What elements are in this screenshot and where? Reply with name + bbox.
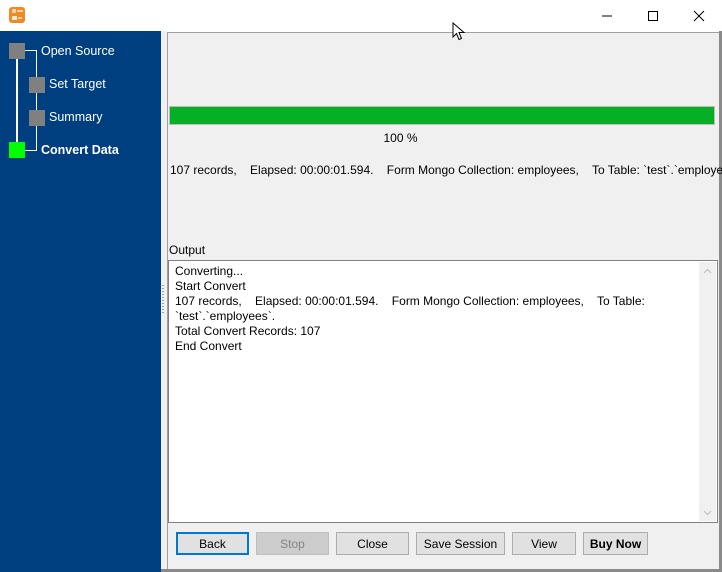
step-convert-data[interactable]: Convert Data — [41, 143, 119, 157]
step-open-source-indicator — [9, 43, 25, 59]
step-set-target-indicator — [29, 77, 45, 93]
chevron-up-icon — [703, 268, 712, 273]
close-button[interactable]: Close — [336, 532, 409, 555]
step-open-source[interactable]: Open Source — [41, 44, 115, 58]
step-summary[interactable]: Summary — [49, 110, 102, 124]
close-icon — [693, 10, 705, 21]
vertical-scrollbar[interactable] — [699, 262, 716, 521]
scroll-up-button[interactable] — [699, 262, 716, 279]
buy-now-button[interactable]: Buy Now — [583, 532, 648, 555]
step-summary-indicator — [29, 110, 45, 126]
scroll-down-button[interactable] — [699, 504, 716, 521]
minimize-button[interactable] — [584, 0, 630, 31]
minimize-icon — [602, 15, 612, 16]
status-line: 107 records, Elapsed: 00:00:01.594. Form… — [170, 163, 722, 177]
save-session-button[interactable]: Save Session — [416, 532, 505, 555]
output-label: Output — [169, 243, 206, 257]
step-convert-data-indicator — [9, 142, 25, 158]
tree-line — [25, 150, 37, 151]
view-button[interactable]: View — [512, 532, 576, 555]
mouse-cursor-icon — [452, 22, 466, 41]
maximize-button[interactable] — [630, 0, 676, 31]
maximize-icon — [648, 10, 658, 21]
splitter-grip[interactable] — [162, 285, 164, 315]
step-set-target[interactable]: Set Target — [49, 77, 106, 91]
wizard-steps-sidebar: Open Source Set Target Summary Convert D… — [0, 31, 161, 572]
tree-line — [16, 50, 18, 150]
output-textarea[interactable]: Converting... Start Convert 107 records,… — [168, 260, 718, 523]
close-window-button[interactable] — [676, 0, 722, 31]
progress-percent-label: 100 % — [383, 131, 418, 145]
app-logo-icon — [9, 7, 25, 23]
progress-fill — [170, 107, 714, 124]
tree-line — [36, 50, 37, 150]
progress-bar — [169, 106, 715, 125]
title-bar — [0, 0, 722, 31]
output-log-text: Converting... Start Convert 107 records,… — [175, 264, 645, 353]
back-button[interactable]: Back — [176, 532, 249, 555]
stop-button[interactable]: Stop — [256, 532, 329, 555]
chevron-down-icon — [703, 510, 712, 515]
